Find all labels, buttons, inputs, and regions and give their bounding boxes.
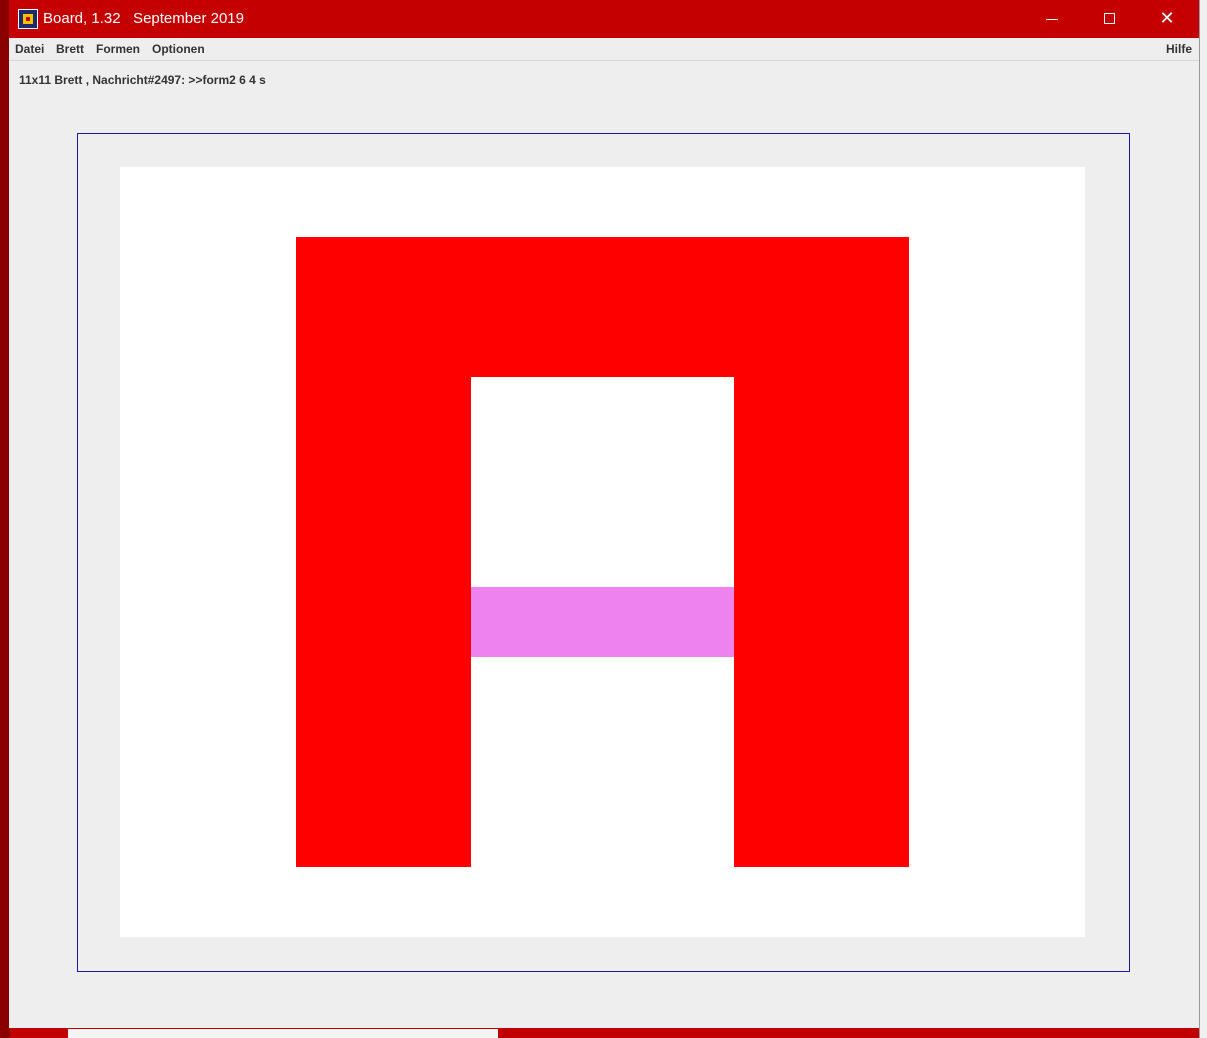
maximize-icon: [1104, 13, 1115, 24]
menu-bar: Datei Brett Formen Optionen Hilfe: [9, 38, 1199, 61]
window-title: Board, 1.32 September 2019: [43, 10, 244, 27]
close-button[interactable]: ✕: [1138, 0, 1196, 38]
shape-top-bar: [296, 237, 909, 377]
taskbar-item[interactable]: [68, 1029, 498, 1038]
shape-left-pillar: [296, 377, 471, 867]
shape-crossbar: [471, 587, 734, 657]
minimize-icon: [1046, 19, 1058, 20]
shape-right-pillar: [734, 377, 909, 867]
menu-hilfe[interactable]: Hilfe: [1166, 42, 1192, 56]
menu-datei[interactable]: Datei: [15, 42, 44, 56]
maximize-button[interactable]: [1080, 0, 1138, 38]
minimize-button[interactable]: [1022, 0, 1080, 38]
menu-optionen[interactable]: Optionen: [152, 42, 205, 56]
status-message: 11x11 Brett , Nachricht#2497: >>form2 6 …: [19, 73, 266, 87]
menu-formen[interactable]: Formen: [96, 42, 140, 56]
app-window: Board, 1.32 September 2019 ✕ Datei Brett…: [9, 0, 1200, 1028]
background-window-edge: [1199, 0, 1207, 1038]
menu-brett[interactable]: Brett: [56, 42, 84, 56]
close-icon: ✕: [1159, 8, 1175, 29]
board-canvas[interactable]: [120, 167, 1085, 937]
board-app-icon: [18, 9, 38, 29]
title-bar[interactable]: Board, 1.32 September 2019 ✕: [9, 0, 1199, 38]
